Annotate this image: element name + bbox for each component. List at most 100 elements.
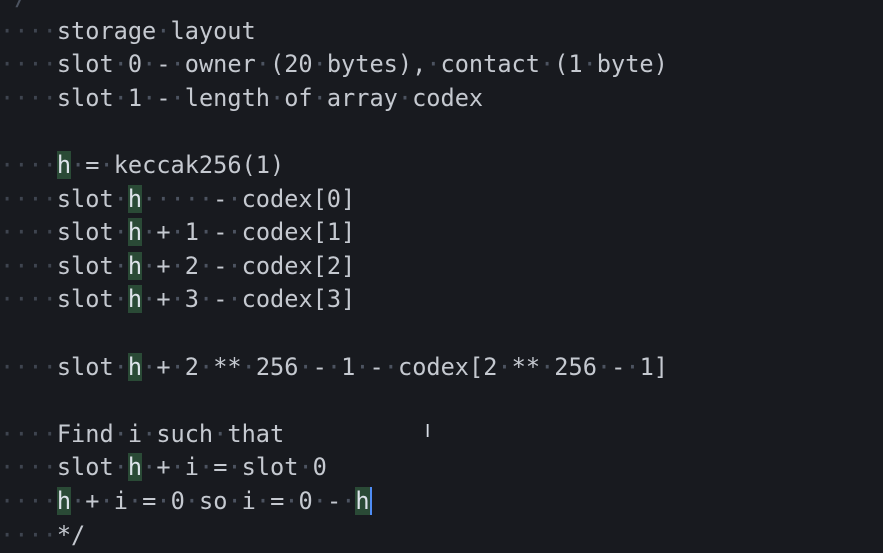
whitespace-marker: · [227,251,242,280]
whitespace-marker: ····· [142,184,214,213]
code-token: + [156,453,171,482]
indent-guide: ···· [0,352,57,381]
code-token: + [156,251,171,280]
whitespace-marker: · [227,285,242,314]
whitespace-marker: · [113,352,128,381]
code-line[interactable]: ····slot·h·····-·codex[0] [0,182,355,216]
whitespace-marker: · [156,16,171,45]
code-line[interactable]: ····storage·layout [0,14,256,48]
code-token: so [199,487,228,515]
whitespace-marker: · [227,218,242,247]
whitespace-marker: · [170,83,185,112]
indent-guide: ···· [0,184,57,213]
code-token: slot [56,83,114,112]
whitespace-marker: · [184,487,200,515]
code-token: codex [412,83,484,112]
whitespace-marker: · [170,50,185,79]
code-token: = [270,487,285,515]
whitespace-marker: · [142,453,157,482]
code-token: layout [170,16,256,45]
whitespace-marker: · [127,487,143,515]
code-token: 0 [298,487,313,515]
code-editor[interactable]: I /····storage·layout····slot·0·-·owner·… [0,0,883,553]
whitespace-marker: · [596,352,612,381]
code-token: 1] [639,352,668,381]
indent-guide: ···· [0,50,57,79]
code-token: keccak256(1) [113,151,285,179]
whitespace-marker: · [341,487,356,515]
highlighted-match: h [127,285,143,314]
whitespace-marker: · [355,352,370,381]
whitespace-marker: · [113,251,128,280]
code-token: slot [56,453,114,482]
code-token: = [213,453,228,482]
code-token: i [241,487,256,515]
code-token: i [184,453,199,482]
whitespace-marker: / [14,0,28,11]
highlighted-match-with-cursor: h [355,487,372,515]
code-token: 1 [341,352,356,381]
whitespace-marker: · [383,352,398,381]
code-token: array [326,83,398,112]
code-token: - [156,83,171,112]
whitespace-marker: · [312,83,327,112]
code-token: byte) [596,50,668,79]
highlighted-match: h [56,151,72,179]
whitespace-marker: · [397,83,413,112]
code-token: codex[2] [241,251,356,280]
whitespace-marker: · [113,83,128,112]
code-line[interactable]: ····slot·h·+·i·=·slot·0 [0,450,327,484]
whitespace-marker: · [142,251,157,280]
highlighted-match: h [56,487,72,515]
indent-guide: ···· [0,16,57,45]
whitespace-marker: · [170,218,185,247]
whitespace-marker: · [198,352,214,381]
indent-guide: ···· [0,487,57,515]
code-line[interactable]: / [0,0,28,14]
indent-guide: ···· [0,419,57,448]
code-token: slot [56,50,114,79]
highlighted-match: h [127,352,143,381]
code-token: 0 [170,487,185,515]
whitespace-marker: · [170,352,185,381]
code-token: = [142,487,157,515]
code-line[interactable]: ····*/ [0,518,85,552]
code-token: storage [56,16,157,45]
code-line[interactable]: ····h·+·i·=·0·so·i·=·0·-·h [0,484,372,518]
code-token: codex[0] [241,184,356,213]
code-token: = [85,151,100,179]
highlighted-match: h [127,251,143,280]
code-line[interactable]: ····slot·0·-·owner·(20·bytes),·contact·(… [0,47,668,81]
code-token: i [113,487,128,515]
code-token: 256 [255,352,299,381]
code-token: (1 [554,50,583,79]
whitespace-marker: · [71,487,86,515]
whitespace-marker: · [312,50,327,79]
code-line[interactable]: ····slot·1·-·length·of·array·codex [0,81,483,115]
editor-scrollbar[interactable] [877,0,883,553]
code-line[interactable]: ····slot·h·+·2·**·256·-·1·-·codex[2·**·2… [0,350,668,384]
whitespace-marker: · [269,83,285,112]
code-token: 0 [127,50,143,79]
code-token: - [213,218,228,247]
code-token: slot [56,184,114,213]
whitespace-marker: · [312,487,327,515]
indent-guide: ···· [0,520,57,549]
whitespace-marker: · [582,50,597,79]
whitespace-marker: · [142,218,157,247]
whitespace-marker: · [540,352,555,381]
code-token: 0 [312,453,327,482]
code-line[interactable]: ····slot·h·+·2·-·codex[2] [0,249,355,283]
whitespace-marker: · [227,184,242,213]
code-line[interactable]: ····h·=·keccak256(1) [0,148,284,182]
code-line[interactable]: ····slot·h·+·1·-·codex[1] [0,215,355,249]
whitespace-marker: · [227,487,242,515]
code-line[interactable]: ····slot·h·+·3·-·codex[3] [0,282,355,316]
code-line[interactable]: ····Find·i·such·that [0,417,284,451]
code-token: - [611,352,626,381]
code-token: bytes), [326,50,427,79]
whitespace-marker: · [113,218,128,247]
whitespace-marker: · [113,419,128,448]
whitespace-marker: · [156,487,171,515]
